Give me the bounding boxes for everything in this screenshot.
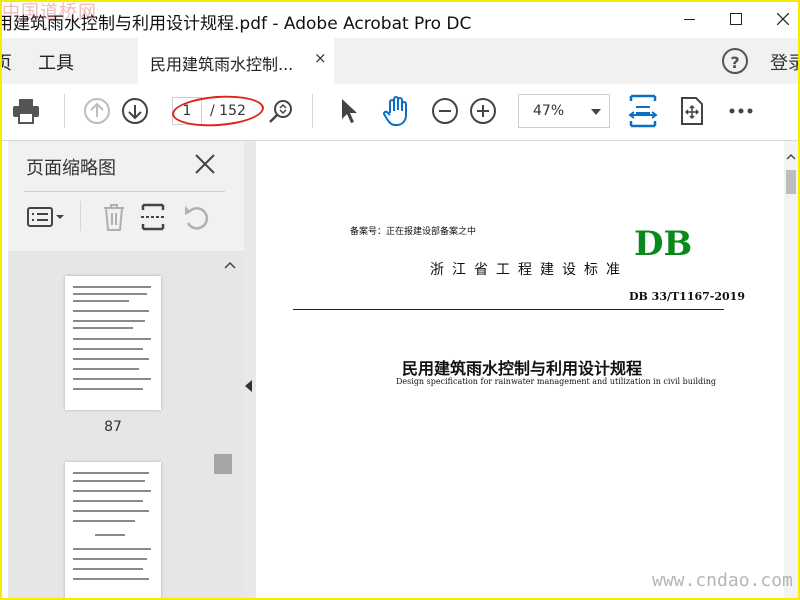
- tab-home[interactable]: 页: [0, 49, 12, 75]
- fit-width-icon: [628, 94, 658, 128]
- printer-icon: [13, 99, 39, 124]
- minus-circle-icon: [432, 98, 458, 124]
- maximize-icon: [730, 13, 742, 25]
- thumb-text-line: [73, 510, 149, 512]
- zoom-scroll-icon: [269, 100, 292, 123]
- minimize-icon: [683, 18, 695, 20]
- more-dots-icon: [729, 108, 753, 114]
- thumb-text-line: [73, 293, 147, 295]
- thumb-text-line: [73, 338, 151, 340]
- select-tool-button[interactable]: [334, 96, 364, 126]
- cursor-arrow-icon: [342, 99, 357, 123]
- plus-circle-icon: [470, 98, 496, 124]
- close-icon: [777, 13, 789, 25]
- panel-divider: [24, 191, 225, 192]
- tab-tools[interactable]: 工具: [38, 49, 74, 75]
- thumbnail-scroll-thumb[interactable]: [214, 454, 232, 474]
- rotate-icon: [185, 206, 209, 230]
- thumb-text-line: [73, 320, 145, 322]
- zoom-out-button[interactable]: [430, 96, 460, 126]
- document-subtitle: Design specification for rainwater manag…: [396, 377, 716, 386]
- page-thumbnail[interactable]: [65, 462, 161, 600]
- options-list-icon: [27, 207, 64, 227]
- panel-splitter[interactable]: [244, 141, 256, 600]
- tab-close-button[interactable]: ×: [314, 49, 327, 67]
- thumb-text-line: [73, 300, 129, 302]
- zoom-in-button[interactable]: [468, 96, 498, 126]
- window-close-button[interactable]: [760, 0, 800, 38]
- panel-close-button[interactable]: [194, 153, 216, 179]
- rotate-page-button[interactable]: [180, 201, 212, 233]
- thumbnail-scrollbar[interactable]: [220, 251, 238, 600]
- print-button[interactable]: [10, 96, 42, 126]
- thumb-text-line: [73, 358, 149, 360]
- watermark-top: 中国道桥网: [2, 2, 97, 23]
- db-logo: DB: [634, 224, 693, 264]
- collapse-panel-icon[interactable]: [245, 380, 252, 392]
- zoom-select[interactable]: 47%: [518, 94, 610, 128]
- document-title: 民用建筑雨水控制与利用设计规程: [402, 359, 643, 378]
- thumb-text-line: [73, 558, 147, 560]
- hand-icon: [383, 96, 407, 126]
- panel-separator: [80, 201, 81, 231]
- delete-page-button[interactable]: [100, 201, 128, 233]
- more-tools-button[interactable]: [726, 96, 756, 126]
- minimize-button[interactable]: [666, 0, 712, 38]
- thumbnail-page-number: 87: [104, 419, 122, 435]
- full-screen-button[interactable]: [676, 94, 708, 128]
- thumb-text-line: [73, 368, 139, 370]
- standard-name: 浙江省工程建设标准: [430, 262, 628, 278]
- chevron-up-icon: [786, 154, 796, 160]
- chevron-up-icon: [224, 261, 236, 269]
- insert-page-icon: [141, 203, 165, 231]
- next-page-button[interactable]: [120, 96, 150, 126]
- tab-document[interactable]: 民用建筑雨水控制... ×: [138, 38, 334, 84]
- thumb-text-line: [73, 490, 151, 492]
- thumb-text-line: [73, 568, 143, 570]
- thumb-text-line: [73, 388, 143, 390]
- thumb-text-line: [73, 378, 151, 380]
- previous-page-button[interactable]: [82, 96, 112, 126]
- hand-tool-button[interactable]: [380, 94, 414, 128]
- thumb-text-line: [73, 348, 143, 350]
- toolbar-separator: [312, 94, 313, 128]
- filing-note: 备案号：正在报建设部备案之中: [350, 227, 477, 237]
- arrow-up-circle-icon: [84, 98, 110, 124]
- tab-document-label: 民用建筑雨水控制...: [150, 55, 294, 74]
- close-icon: [195, 154, 215, 174]
- expand-page-icon: [681, 97, 703, 125]
- trash-icon: [104, 204, 124, 231]
- fit-page-button[interactable]: [626, 92, 660, 130]
- insert-page-button[interactable]: [138, 201, 168, 233]
- toolbar-separator: [64, 94, 65, 128]
- zoom-value: 47%: [533, 103, 565, 119]
- thumb-text-line: [73, 520, 135, 522]
- zoom-tool-button[interactable]: [266, 96, 296, 126]
- chevron-down-icon: [591, 109, 601, 115]
- toolbar: 1 / 152 47%: [0, 84, 800, 141]
- page-thumbnail[interactable]: [65, 276, 161, 410]
- arrow-down-circle-icon: [122, 98, 148, 124]
- tab-bar: 页 工具: [0, 38, 800, 84]
- help-button[interactable]: ?: [722, 48, 748, 74]
- thumb-text-line: [73, 286, 151, 288]
- thumb-text-line: [73, 327, 133, 329]
- thumb-text-line: [73, 500, 143, 502]
- panel-title: 页面缩略图: [26, 158, 116, 179]
- title-bar: 用建筑雨水控制与利用设计规程.pdf - Adobe Acrobat Pro D…: [0, 0, 800, 38]
- standard-code: DB 33/T1167-2019: [629, 290, 745, 303]
- document-scrollbar[interactable]: [784, 141, 798, 600]
- sign-in-button[interactable]: 登录: [770, 49, 800, 75]
- thumbnail-options-button[interactable]: [26, 203, 66, 231]
- thumb-text-line: [73, 480, 145, 482]
- thumb-text-line: [73, 578, 149, 580]
- header-rule: [293, 309, 724, 310]
- maximize-button[interactable]: [713, 0, 759, 38]
- watermark-bottom: www.cndao.com: [652, 570, 793, 591]
- thumb-text-line: [95, 534, 125, 536]
- thumb-text-line: [73, 472, 149, 474]
- document-scroll-thumb[interactable]: [786, 170, 796, 194]
- thumb-text-line: [73, 310, 149, 312]
- thumb-text-line: [73, 548, 151, 550]
